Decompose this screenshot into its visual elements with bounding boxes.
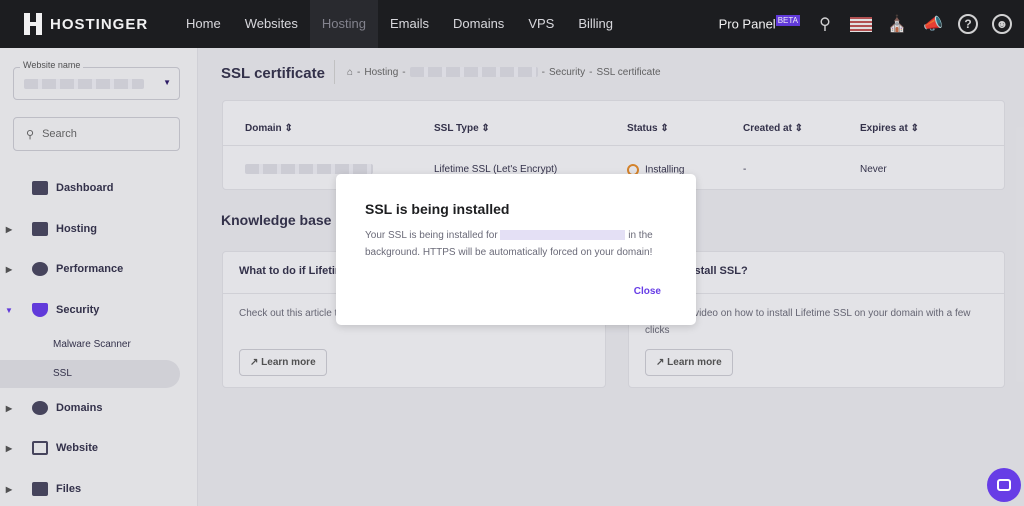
chat-icon	[997, 479, 1011, 491]
ssl-installing-modal: SSL is being installed Your SSL is being…	[336, 174, 696, 325]
modal-title: SSL is being installed	[365, 201, 510, 217]
domain-redacted	[500, 230, 626, 241]
chat-button[interactable]	[987, 468, 1021, 502]
close-button[interactable]: Close	[634, 286, 661, 297]
modal-text: Your SSL is being installed for in the b…	[365, 230, 653, 258]
